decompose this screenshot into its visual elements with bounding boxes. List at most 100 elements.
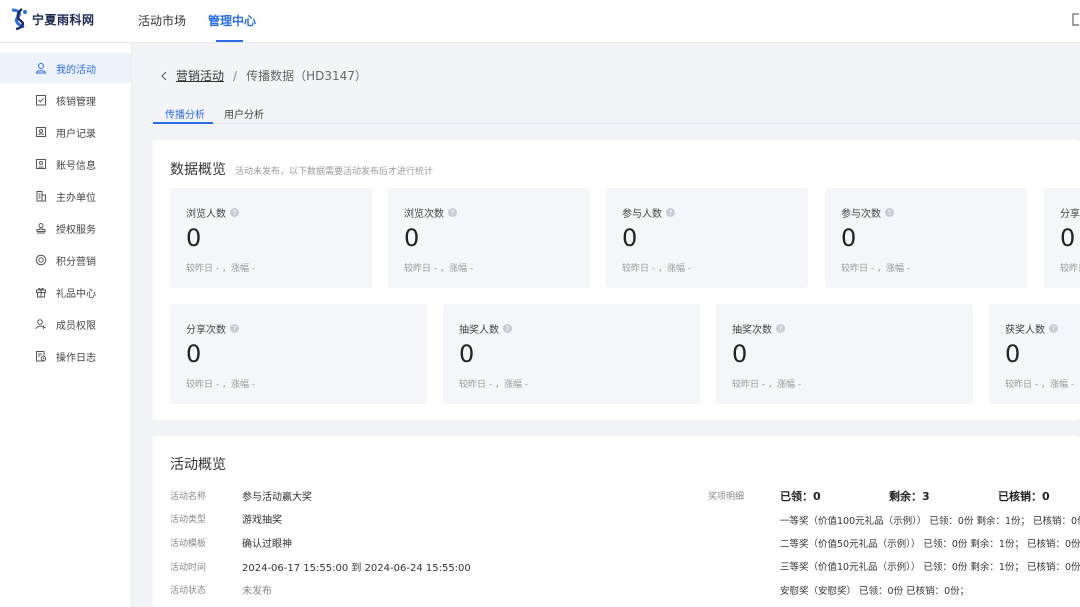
stat-label: 抽奖次数?: [732, 321, 785, 336]
stat-value: 0: [186, 224, 202, 252]
tab-user-analysis[interactable]: 用户分析: [224, 106, 264, 121]
activity-overview-panel: 活动概览 活动名称 参与活动赢大奖 活动类型 游戏抽奖 活动模板 确认过眼神 活…: [153, 436, 1080, 607]
nav-management-center[interactable]: 管理中心: [208, 12, 256, 29]
sidebar-item-user-records[interactable]: 用户记录: [0, 117, 131, 147]
activity-template-value: 确认过眼神: [242, 539, 292, 550]
member-key-icon: [35, 319, 46, 330]
sidebar-item-operation-log[interactable]: 操作日志: [0, 341, 131, 371]
brand-name: 宁夏雨科网: [32, 12, 95, 27]
stat-label: 分享次数?: [186, 321, 239, 336]
sidebar-item-my-activities[interactable]: 我的活动: [0, 53, 131, 83]
tab-active-indicator: [153, 122, 213, 124]
stat-label-text: 分享人数: [1060, 209, 1080, 220]
sidebar-item-label: 操作日志: [56, 352, 96, 364]
sidebar-item-label: 我的活动: [56, 64, 96, 76]
help-icon[interactable]: ?: [1049, 324, 1058, 333]
svg-text:?: ?: [451, 209, 455, 217]
sidebar-item-redemption[interactable]: 核销管理: [0, 85, 131, 115]
sidebar-item-label: 积分营销: [56, 256, 96, 268]
stat-value: 0: [841, 224, 857, 252]
sidebar-item-label: 礼品中心: [56, 288, 96, 300]
user-icon: [35, 63, 47, 74]
tab-spread-analysis[interactable]: 传播分析: [165, 106, 205, 121]
sidebar-item-label: 账号信息: [56, 160, 96, 172]
help-icon[interactable]: ?: [776, 324, 785, 333]
stat-trend: 较昨日 - ，涨幅 -: [404, 264, 474, 274]
building-icon: [36, 191, 46, 202]
sidebar-item-label: 主办单位: [56, 192, 96, 204]
check-clipboard-icon: [36, 95, 46, 106]
stat-card-views-users: 浏览人数? 0 较昨日 - ，涨幅 -: [170, 188, 372, 288]
sidebar-item-label: 用户记录: [56, 128, 96, 140]
activity-type-label: 活动类型: [170, 515, 207, 525]
stat-card-participants: 参与人数? 0 较昨日 - ，涨幅 -: [606, 188, 808, 288]
sidebar-item-organizer[interactable]: 主办单位: [0, 181, 131, 211]
stat-trend: 较昨日 - ，涨幅 -: [732, 380, 802, 390]
activity-type-value: 游戏抽奖: [242, 515, 282, 526]
chevron-left-icon[interactable]: [160, 71, 168, 81]
svg-text:?: ?: [888, 209, 892, 217]
activity-template-label: 活动模板: [170, 539, 207, 549]
stat-value: 0: [459, 340, 475, 368]
sidebar-item-member-permissions[interactable]: 成员权限: [0, 309, 131, 339]
sidebar-item-label: 授权服务: [56, 224, 96, 236]
help-icon[interactable]: ?: [230, 324, 239, 333]
sidebar-item-authorization[interactable]: 授权服务: [0, 213, 131, 243]
svg-text:?: ?: [233, 325, 237, 333]
brand-logo[interactable]: 宁夏雨科网: [8, 7, 95, 31]
stat-card-draw-count: 抽奖次数? 0 较昨日 - ，涨幅 -: [716, 304, 973, 404]
data-overview-hint: 活动未发布，以下数据需要活动发布后才进行统计: [235, 167, 434, 177]
help-icon[interactable]: ?: [666, 208, 675, 217]
prize-summary-redeemed: 已核销：0: [998, 490, 1050, 503]
stat-label-text: 获奖人数: [1005, 325, 1045, 336]
prize-row-consolation: 安慰奖（安慰奖） 已领：0份 已核销：0份；: [780, 586, 970, 597]
stat-label-text: 分享次数: [186, 325, 226, 336]
tab-bar: 传播分析 用户分析: [153, 100, 1080, 124]
nav-active-indicator: [216, 40, 243, 42]
prize-row-second: 二等奖（价值50元礼品（示例）） 已领：0份 剩余：1份； 已核销：0份；: [780, 539, 1080, 550]
sidebar-item-account-info[interactable]: 账号信息: [0, 149, 131, 179]
account-icon: [36, 159, 46, 169]
stat-label: 参与次数?: [841, 205, 894, 220]
stat-label: 浏览人数?: [186, 205, 239, 220]
prize-details-label: 奖项明细: [708, 492, 745, 502]
activity-status-label: 活动状态: [170, 586, 207, 596]
sidebar-item-points-marketing[interactable]: 积分营销: [0, 245, 131, 275]
stat-card-views-count: 浏览次数? 0 较昨日 - ，涨幅 -: [388, 188, 590, 288]
stat-value: 0: [1005, 340, 1021, 368]
activity-time-label: 活动时间: [170, 563, 207, 573]
sidebar-item-gift-center[interactable]: 礼品中心: [0, 277, 131, 307]
stamp-icon: [36, 223, 46, 234]
stat-value: 0: [732, 340, 748, 368]
stat-label-text: 浏览人数: [186, 209, 226, 220]
help-icon[interactable]: ?: [448, 208, 457, 217]
stat-label-text: 抽奖人数: [459, 325, 499, 336]
points-icon: [35, 254, 47, 266]
activity-overview-title: 活动概览: [170, 457, 226, 473]
breadcrumb-separator: /: [233, 68, 238, 83]
data-overview-title: 数据概览: [170, 162, 226, 178]
help-icon[interactable]: ?: [230, 208, 239, 217]
svg-text:?: ?: [779, 325, 783, 333]
stat-trend: 较昨日 - ，涨幅 -: [841, 264, 911, 274]
stat-card-winners: 获奖人数? 0 较昨日 - ，涨幅 -: [989, 304, 1080, 404]
sidebar-item-label: 成员权限: [56, 320, 96, 332]
stat-value: 0: [1060, 224, 1076, 252]
breadcrumb-parent-link[interactable]: 营销活动: [176, 67, 224, 84]
stat-trend: 较昨日 - ，涨幅 -: [186, 264, 256, 274]
stat-label: 浏览次数?: [404, 205, 457, 220]
help-icon[interactable]: ?: [885, 208, 894, 217]
activity-status-value: 未发布: [242, 586, 272, 597]
stat-label: 参与人数?: [622, 205, 675, 220]
stat-card-participation-count: 参与次数? 0 较昨日 - ，涨幅 -: [825, 188, 1027, 288]
stat-trend: 较昨日 - ，涨幅 -: [186, 380, 256, 390]
breadcrumb: 营销活动 / 传播数据（HD3147）: [160, 67, 367, 84]
breadcrumb-current: 传播数据（HD3147）: [246, 69, 367, 83]
stat-card-share-count: 分享次数? 0 较昨日 - ，涨幅 -: [170, 304, 427, 404]
nav-activity-market[interactable]: 活动市场: [138, 12, 186, 29]
exit-icon[interactable]: [1072, 13, 1080, 26]
stat-value: 0: [404, 224, 420, 252]
help-icon[interactable]: ?: [503, 324, 512, 333]
stat-value: 0: [186, 340, 202, 368]
activity-name-value: 参与活动赢大奖: [242, 492, 312, 503]
